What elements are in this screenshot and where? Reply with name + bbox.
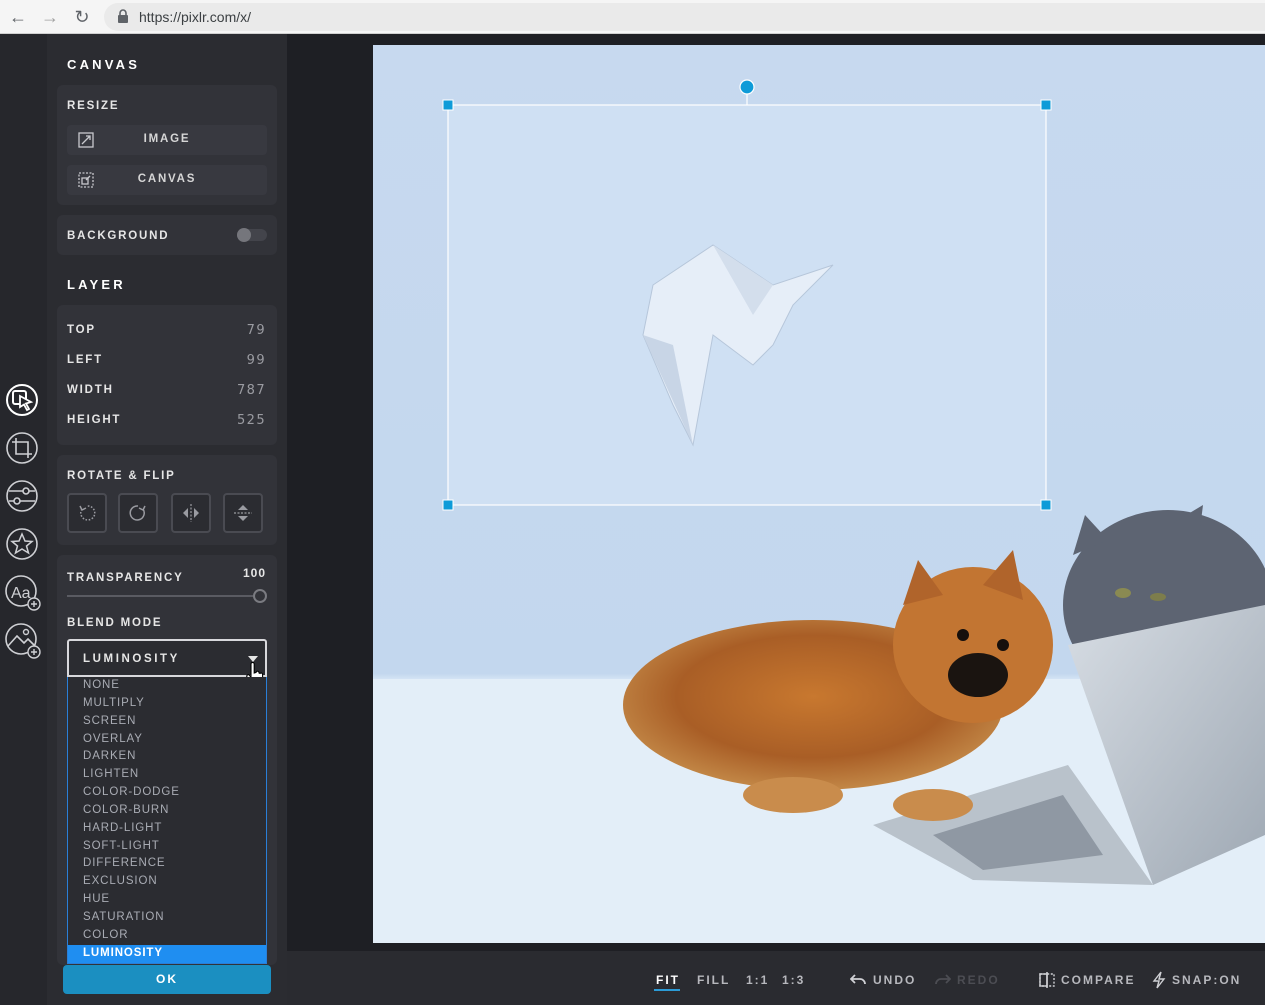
arrange-icon[interactable] xyxy=(4,382,40,418)
resize-handle-bottom-left[interactable] xyxy=(442,499,454,511)
ok-button[interactable]: OK xyxy=(63,965,271,994)
redo-button[interactable]: REDO xyxy=(957,973,1000,987)
layer-props-card: TOP 79 LEFT 99 WIDTH 787 HEIGHT 525 xyxy=(57,305,277,445)
undo-button[interactable]: UNDO xyxy=(873,973,916,987)
background-card: BACKGROUND xyxy=(57,215,277,255)
tool-rail: Aa xyxy=(0,34,47,1005)
transparency-label: TRANSPARENCY xyxy=(67,572,184,584)
lock-icon xyxy=(118,9,128,23)
rotate-left-icon xyxy=(79,505,96,521)
compare-button[interactable]: COMPARE xyxy=(1061,973,1135,987)
transparency-slider-thumb[interactable] xyxy=(253,589,267,603)
adjust-icon[interactable] xyxy=(4,478,40,514)
properties-panel: CANVAS RESIZE IMAGE CANVAS BACKGROUND LA… xyxy=(47,34,287,1005)
resize-handle-top-right[interactable] xyxy=(1040,99,1052,111)
blend-option-multiply[interactable]: MULTIPLY xyxy=(68,695,266,713)
selection-box[interactable] xyxy=(440,78,1060,514)
blend-mode-value: LUMINOSITY xyxy=(83,653,180,665)
flip-vertical-icon xyxy=(234,505,252,521)
rotate-handle[interactable] xyxy=(739,79,755,95)
resize-card: RESIZE IMAGE CANVAS xyxy=(57,85,277,205)
rotate-right-icon xyxy=(129,505,146,521)
resize-canvas-button[interactable]: CANVAS xyxy=(67,165,267,195)
forward-arrow-icon[interactable]: → xyxy=(40,7,60,27)
blend-option-hard-light[interactable]: HARD-LIGHT xyxy=(68,820,266,838)
layer-section-title: LAYER xyxy=(67,277,126,292)
prop-left-value[interactable]: 99 xyxy=(247,353,266,368)
blend-option-none[interactable]: NONE xyxy=(68,677,266,695)
canvas-section-title: CANVAS xyxy=(67,57,141,72)
add-text-icon[interactable]: Aa xyxy=(4,574,41,611)
zoom-1-1-button[interactable]: 1:1 xyxy=(746,973,769,987)
zoom-fit-button[interactable]: FIT xyxy=(656,973,680,987)
blend-option-hue[interactable]: HUE xyxy=(68,891,266,909)
resize-image-button[interactable]: IMAGE xyxy=(67,125,267,155)
prop-height[interactable]: HEIGHT 525 xyxy=(57,411,277,431)
background-label: BACKGROUND xyxy=(67,230,170,242)
prop-left-label: LEFT xyxy=(67,354,103,366)
toggle-knob xyxy=(237,228,251,242)
blend-option-luminosity[interactable]: LUMINOSITY xyxy=(68,944,266,963)
resize-image-label: IMAGE xyxy=(143,133,191,145)
blend-mode-label: BLEND MODE xyxy=(67,617,163,629)
redo-icon[interactable] xyxy=(935,973,951,987)
active-underline xyxy=(654,989,680,991)
background-toggle[interactable] xyxy=(237,228,267,242)
blend-option-exclusion[interactable]: EXCLUSION xyxy=(68,873,266,891)
flip-horizontal-button[interactable] xyxy=(171,493,211,533)
blend-option-soft-light[interactable]: SOFT-LIGHT xyxy=(68,838,266,856)
transparency-value[interactable]: 100 xyxy=(243,566,266,580)
flip-horizontal-icon xyxy=(183,504,199,522)
transparency-slider-track[interactable] xyxy=(67,595,253,597)
resize-canvas-label: CANVAS xyxy=(137,173,197,185)
blend-option-difference[interactable]: DIFFERENCE xyxy=(68,855,266,873)
prop-top-value[interactable]: 79 xyxy=(247,323,266,338)
blend-option-color-burn[interactable]: COLOR-BURN xyxy=(68,802,266,820)
prop-width-label: WIDTH xyxy=(67,384,114,396)
zoom-1-3-button[interactable]: 1:3 xyxy=(782,973,805,987)
prop-left[interactable]: LEFT 99 xyxy=(57,351,277,371)
address-bar[interactable]: https://pixlr.com/x/ xyxy=(104,3,1265,31)
reload-icon[interactable]: ↻ xyxy=(72,7,92,27)
snap-icon[interactable] xyxy=(1151,971,1167,989)
blend-option-screen[interactable]: SCREEN xyxy=(68,713,266,731)
blend-option-color-dodge[interactable]: COLOR-DODGE xyxy=(68,784,266,802)
blend-option-overlay[interactable]: OVERLAY xyxy=(68,731,266,749)
crop-icon[interactable] xyxy=(4,430,40,466)
blend-option-lighten[interactable]: LIGHTEN xyxy=(68,766,266,784)
zoom-fill-button[interactable]: FILL xyxy=(697,973,730,987)
blend-mode-select[interactable]: LUMINOSITY xyxy=(67,639,267,677)
undo-icon[interactable] xyxy=(850,973,866,987)
resize-handle-top-left[interactable] xyxy=(442,99,454,111)
blend-option-saturation[interactable]: SATURATION xyxy=(68,909,266,927)
resize-handle-bottom-right[interactable] xyxy=(1040,499,1052,511)
flip-vertical-button[interactable] xyxy=(223,493,263,533)
prop-width-value[interactable]: 787 xyxy=(237,383,266,398)
svg-text:Aa: Aa xyxy=(11,585,31,602)
compare-icon[interactable] xyxy=(1039,972,1055,988)
rotate-flip-card: ROTATE & FLIP xyxy=(57,455,277,545)
url-text: https://pixlr.com/x/ xyxy=(139,9,252,25)
prop-top-label: TOP xyxy=(67,324,96,336)
blend-option-color[interactable]: COLOR xyxy=(68,927,266,945)
resize-label: RESIZE xyxy=(67,100,120,112)
prop-height-label: HEIGHT xyxy=(67,414,122,426)
snap-toggle[interactable]: SNAP:ON xyxy=(1172,973,1241,987)
effects-icon[interactable] xyxy=(4,526,40,562)
pixlr-app: Aa CANVAS RESIZE IMAGE CANVAS BACKGROUND… xyxy=(0,34,1265,1005)
prop-height-value[interactable]: 525 xyxy=(237,413,266,428)
blend-option-darken[interactable]: DARKEN xyxy=(68,748,266,766)
back-arrow-icon[interactable]: ← xyxy=(8,7,28,27)
workspace xyxy=(287,34,1265,951)
rotate-right-button[interactable] xyxy=(118,493,158,533)
blend-mode-dropdown: NONE MULTIPLY SCREEN OVERLAY DARKEN LIGH… xyxy=(67,677,267,964)
prop-top[interactable]: TOP 79 xyxy=(57,321,277,341)
add-image-icon[interactable] xyxy=(4,622,41,659)
browser-toolbar: ← → ↻ https://pixlr.com/x/ xyxy=(0,0,1265,34)
prop-width[interactable]: WIDTH 787 xyxy=(57,381,277,401)
bottom-toolbar: FIT FILL 1:1 1:3 UNDO REDO COMPARE SNAP:… xyxy=(287,951,1265,1005)
rotate-flip-label: ROTATE & FLIP xyxy=(67,470,176,482)
rotate-left-button[interactable] xyxy=(67,493,107,533)
